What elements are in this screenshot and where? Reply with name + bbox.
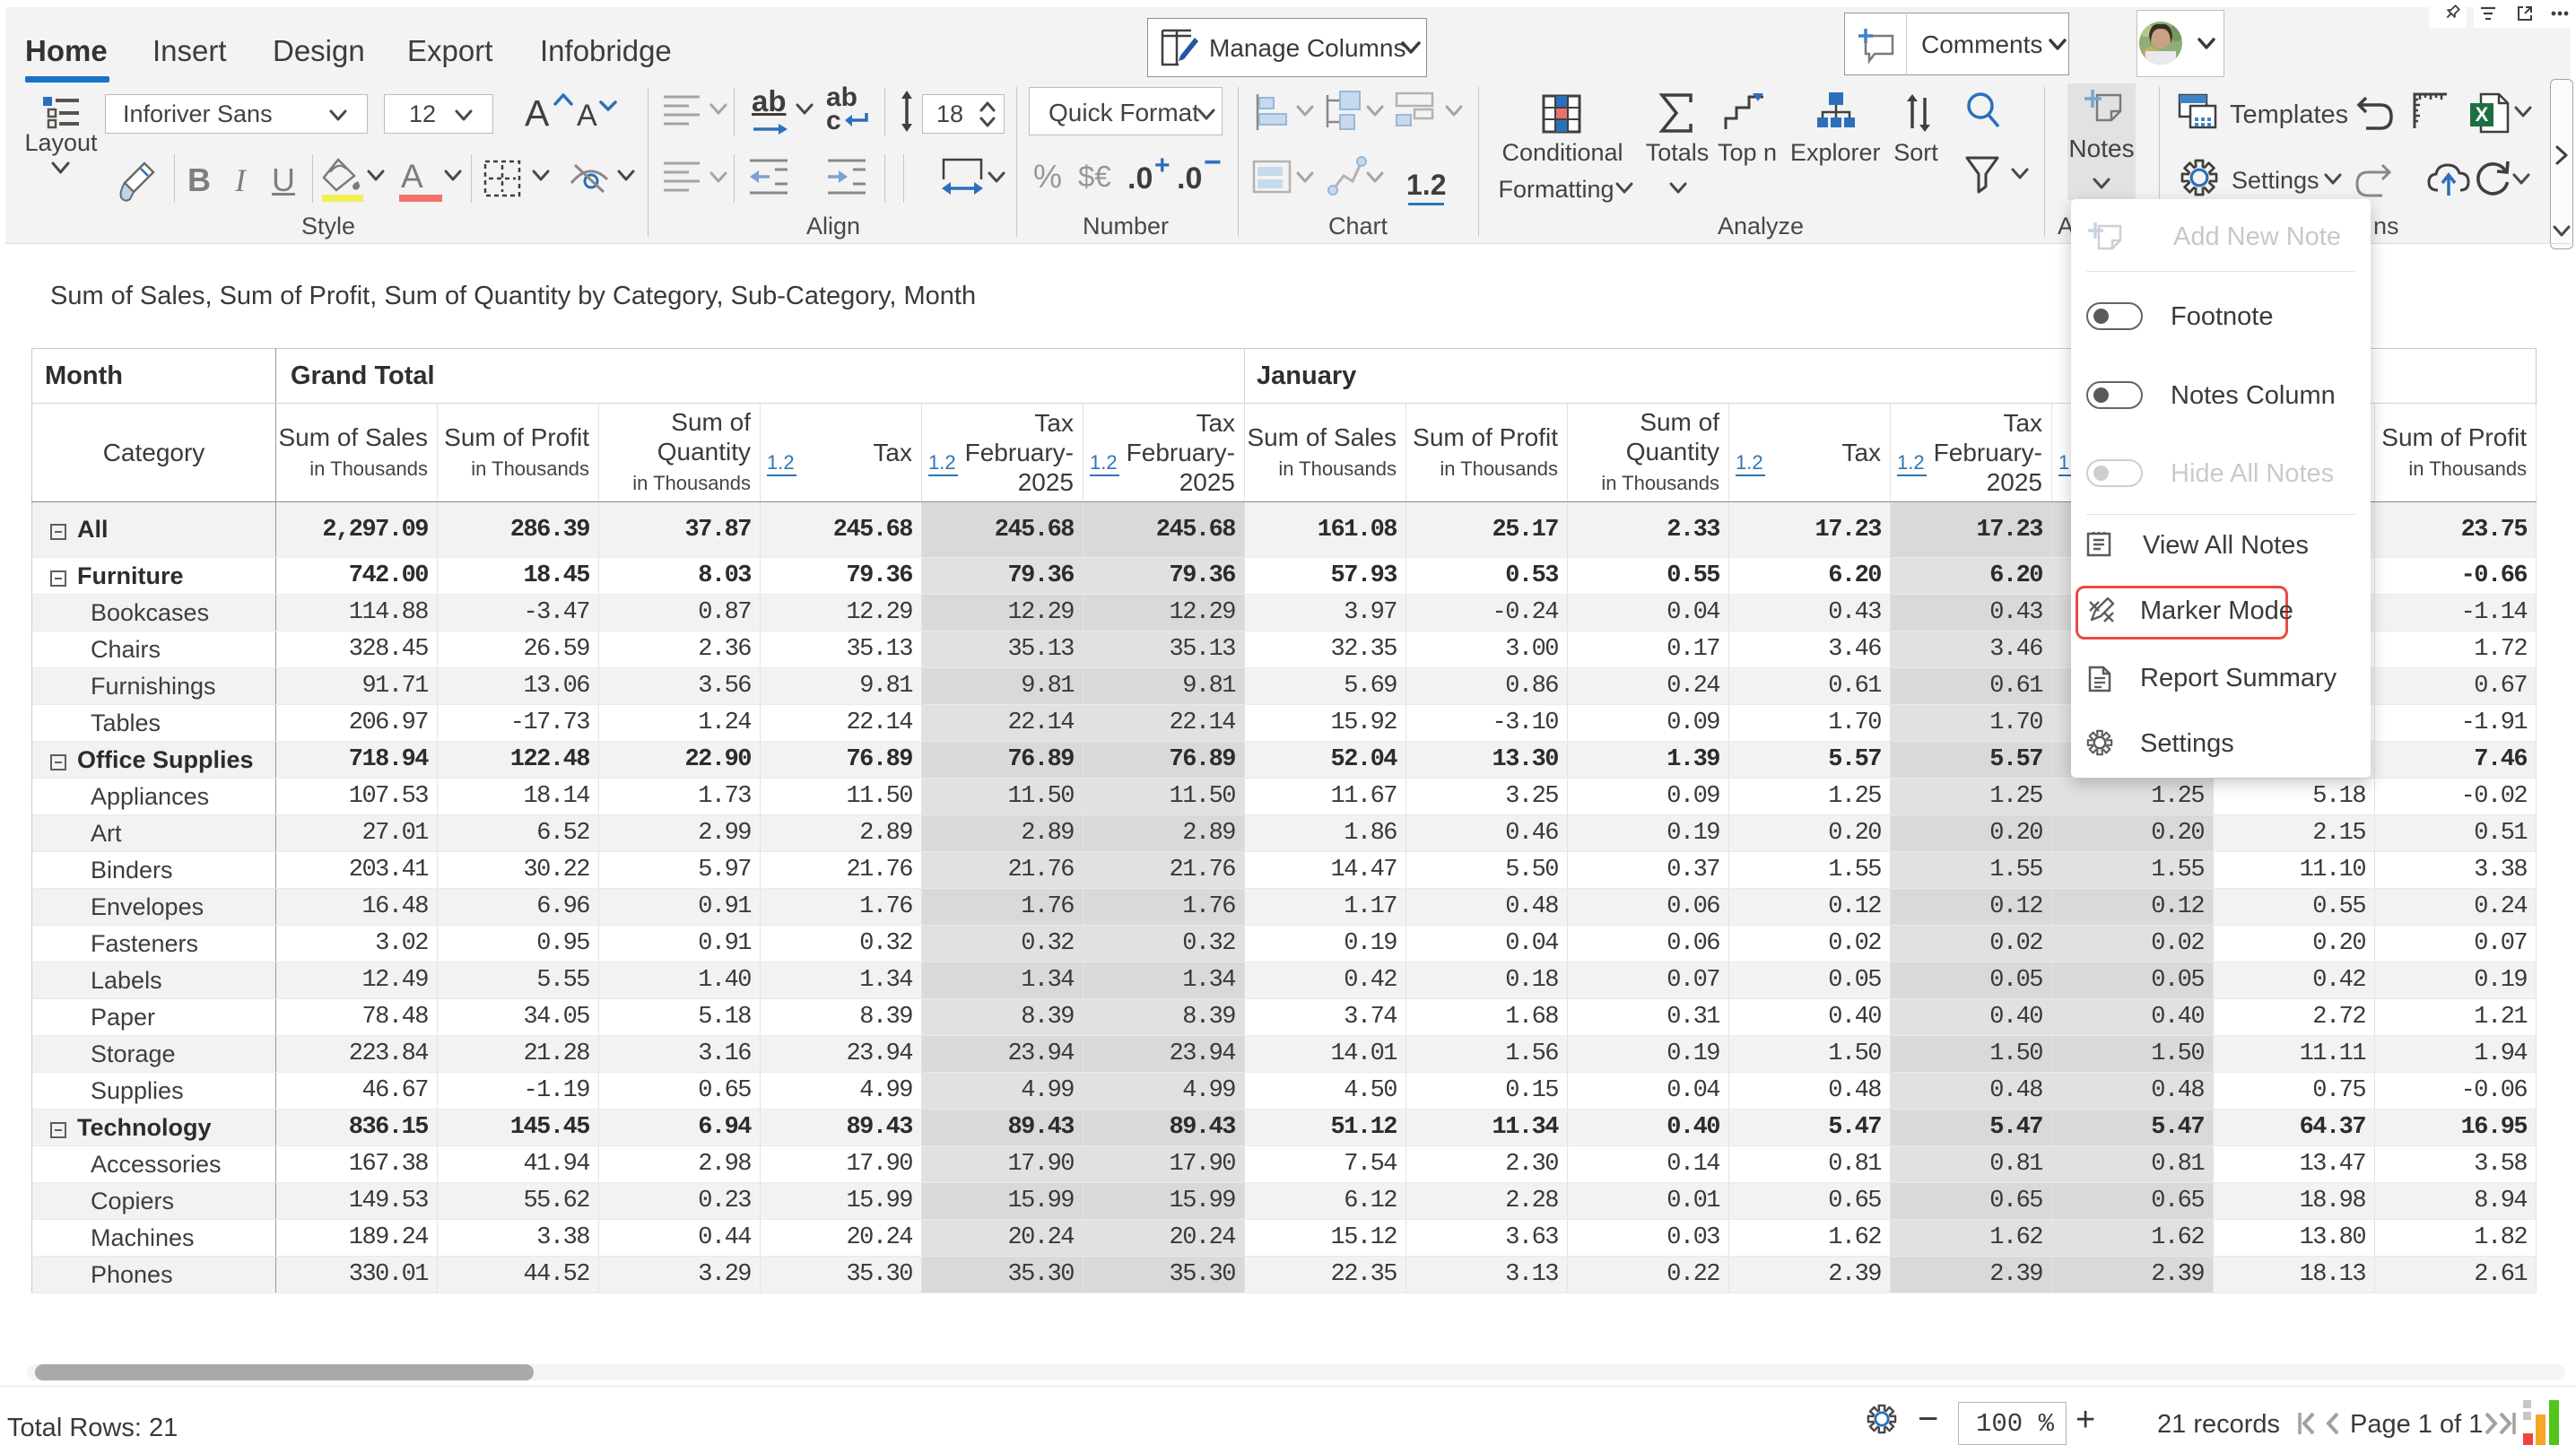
svg-text:X: X [2476,103,2489,126]
